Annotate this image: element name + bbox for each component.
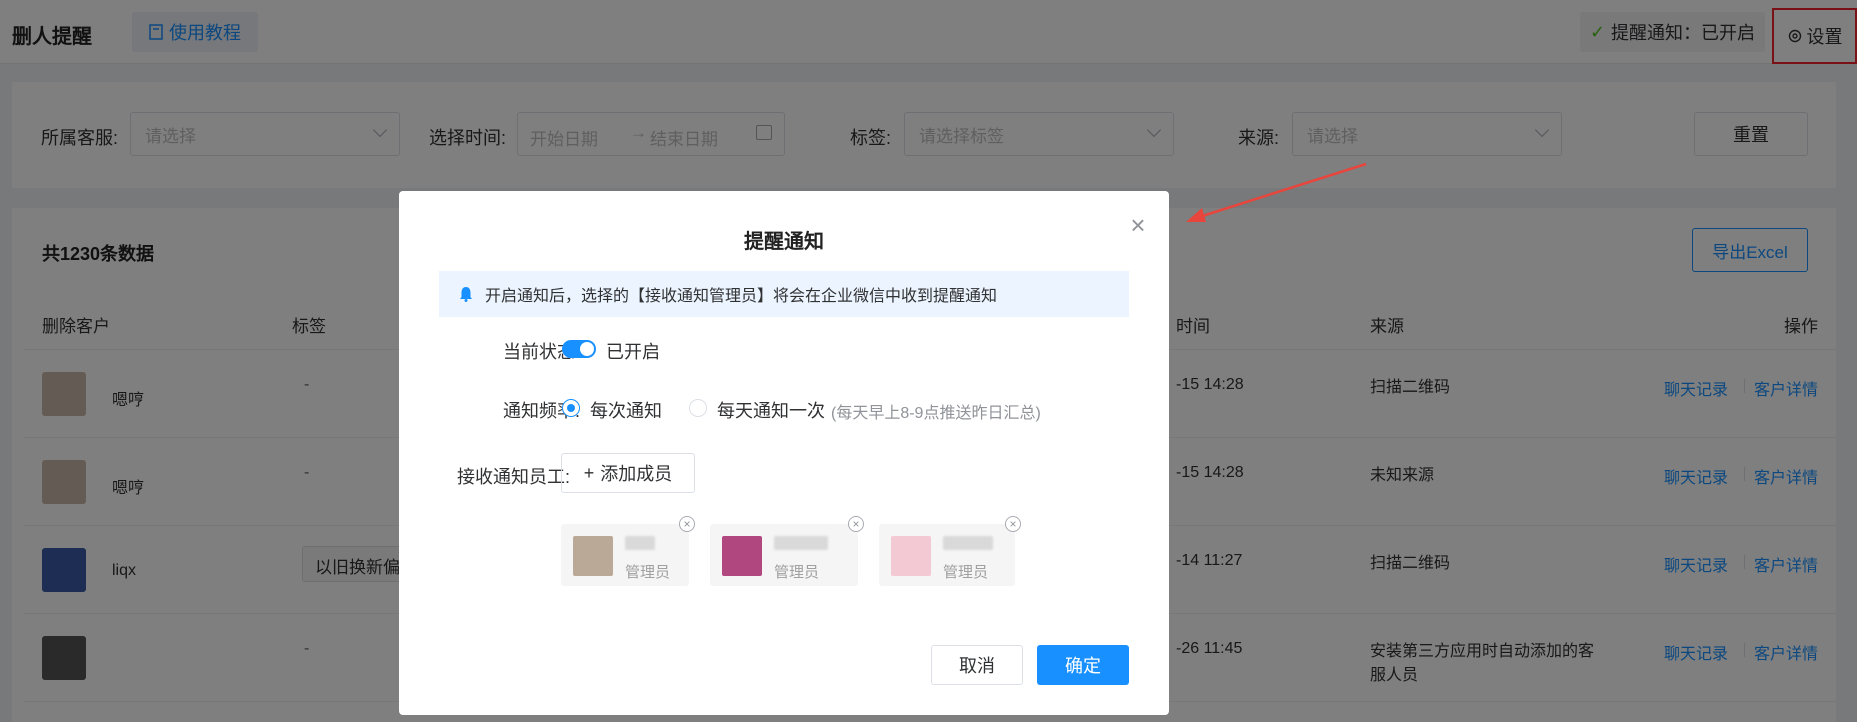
member-card: 管理员 × — [879, 516, 1021, 586]
status-toggle[interactable] — [562, 340, 596, 358]
remove-member-icon[interactable]: × — [679, 516, 695, 532]
receiver-label: 接收通知员工: — [456, 467, 570, 487]
info-alert: 开启通知后，选择的【接收通知管理员】将会在企业微信中收到提醒通知 — [439, 271, 1129, 317]
add-member-button[interactable]: + 添加成员 — [561, 453, 695, 493]
member-name-blurred — [625, 536, 655, 550]
radio-daily-label: 每天通知一次 — [717, 401, 825, 421]
status-value: 已开启 — [606, 342, 660, 362]
remove-member-icon[interactable]: × — [848, 516, 864, 532]
add-member-label: 添加成员 — [600, 464, 673, 484]
radio-every-time-label: 每次通知 — [590, 401, 662, 421]
member-card: 管理员 × — [710, 516, 864, 586]
bell-icon — [460, 287, 472, 302]
member-role: 管理员 — [774, 564, 820, 581]
member-name-blurred — [774, 536, 828, 550]
alert-text: 开启通知后，选择的【接收通知管理员】将会在企业微信中收到提醒通知 — [485, 288, 998, 305]
remove-member-icon[interactable]: × — [1005, 516, 1021, 532]
radio-every-time[interactable] — [562, 399, 580, 417]
member-role: 管理员 — [625, 564, 671, 581]
confirm-button[interactable]: 确定 — [1037, 645, 1129, 685]
radio-daily[interactable] — [689, 399, 707, 417]
member-name-blurred — [943, 536, 993, 550]
modal-title: 提醒通知 — [744, 231, 824, 253]
plus-icon: + — [583, 462, 595, 483]
notification-modal: 提醒通知 × 开启通知后，选择的【接收通知管理员】将会在企业微信中收到提醒通知 … — [399, 191, 1169, 715]
annotation-arrow-icon — [1186, 162, 1367, 222]
radio-daily-hint: (每天早上8-9点推送昨日汇总) — [831, 405, 1041, 422]
close-icon[interactable]: × — [1127, 212, 1149, 238]
avatar — [573, 536, 613, 576]
avatar — [722, 536, 762, 576]
member-role: 管理员 — [943, 564, 989, 581]
status-label: 当前状态: — [502, 342, 580, 362]
member-card: 管理员 × — [561, 516, 695, 586]
frequency-label: 通知频率: — [502, 401, 580, 421]
cancel-button[interactable]: 取消 — [931, 645, 1023, 685]
avatar — [891, 536, 931, 576]
